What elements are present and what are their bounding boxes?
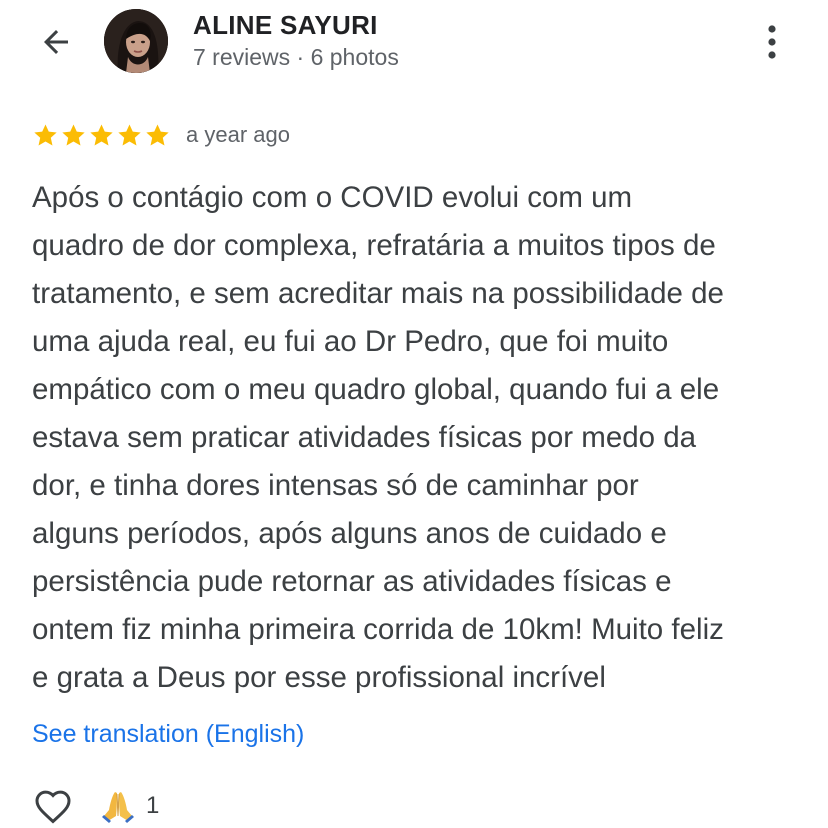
star-icon xyxy=(118,123,141,146)
review-actions: 1 xyxy=(32,784,159,828)
back-button[interactable] xyxy=(30,20,82,64)
author-name[interactable]: ALINE SAYURI xyxy=(193,10,378,41)
review-header: ALINE SAYURI 7 reviews · 6 photos xyxy=(0,0,828,90)
avatar[interactable] xyxy=(104,9,168,73)
rating-row: a year ago xyxy=(32,118,290,152)
star-icon xyxy=(146,123,169,146)
author-meta: 7 reviews · 6 photos xyxy=(193,44,399,70)
pray-icon xyxy=(102,792,134,823)
star-icon xyxy=(62,123,85,146)
review-text-line: tratamento, e sem acreditar mais na poss… xyxy=(32,277,724,310)
review-text-line: e grata a Deus por esse profissional inc… xyxy=(32,661,606,694)
review-text-line: uma ajuda real, eu fui ao Dr Pedro, que … xyxy=(32,325,669,358)
star-icon xyxy=(34,123,57,146)
reaction-pray[interactable]: 1 xyxy=(98,788,159,824)
arrow-back-icon xyxy=(44,30,68,54)
like-button[interactable] xyxy=(32,786,74,826)
review-text: Após o contágio com o COVID evolui com u… xyxy=(32,174,812,702)
review-text-line: dor, e tinha dores intensas só de caminh… xyxy=(32,469,639,502)
reaction-count: 1 xyxy=(146,792,160,819)
heart-outline-icon xyxy=(35,790,71,824)
review-text-line: Após o contágio com o COVID evolui com u… xyxy=(32,181,633,214)
review-text-line: empático com o meu quadro global, quando… xyxy=(32,373,720,406)
star-icon xyxy=(90,123,113,146)
more-vert-icon xyxy=(768,25,776,59)
more-options-button[interactable] xyxy=(752,18,792,66)
star-rating xyxy=(32,122,171,149)
review-text-line: alguns períodos, após alguns anos de cui… xyxy=(32,517,667,550)
see-translation-link[interactable]: See translation (English) xyxy=(32,720,304,749)
review-text-line: estava sem praticar atividades físicas p… xyxy=(32,421,697,454)
review-text-line: persistência pude retornar as atividades… xyxy=(32,565,672,598)
review-text-line: ontem fiz minha primeira corrida de 10km… xyxy=(32,613,724,646)
review-text-line: quadro de dor complexa, refratária a mui… xyxy=(32,229,716,262)
review-date: a year ago xyxy=(186,122,290,147)
